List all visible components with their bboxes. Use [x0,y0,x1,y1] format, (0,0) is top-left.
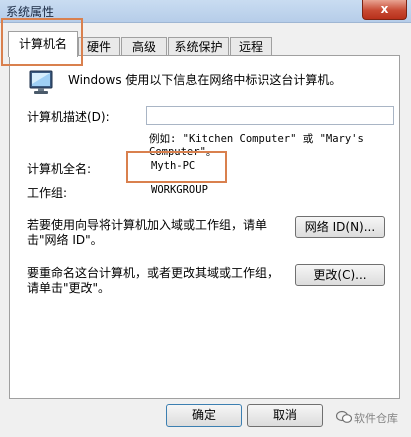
close-button[interactable]: x [362,0,407,20]
watermark-text: 软件仓库 [354,412,398,425]
name-highlight-box [126,151,227,183]
workgroup-label: 工作组: [27,186,68,200]
wechat-logo-icon [336,410,352,423]
full-computer-name-label: 计算机全名: [27,162,92,176]
change-button[interactable]: 更改(C)... [295,264,385,286]
tab-panel: Windows 使用以下信息在网络中标识这台计算机。 计算机描述(D): 例如:… [9,55,400,399]
computer-description-label: 计算机描述(D): [27,110,110,124]
computer-description-input[interactable] [146,106,394,125]
rename-text-line2: 请单击"更改"。 [27,281,111,295]
workgroup-value: WORKGROUP [151,184,208,196]
tab-advanced[interactable]: 高级 [121,37,167,56]
tab-system-protection[interactable]: 系统保护 [168,37,229,56]
tab-highlight-box [1,18,83,66]
cancel-button[interactable]: 取消 [247,404,323,427]
network-id-text-line2: 击"网络 ID"。 [27,233,103,247]
tab-remote[interactable]: 远程 [230,37,272,56]
computer-monitor-icon [29,70,53,94]
watermark: 软件仓库 [336,408,408,428]
tab-hardware[interactable]: 硬件 [78,37,120,56]
system-properties-window: 系统属性 x 计算机名 硬件 高级 系统保护 远程 Windows 使用以下信息… [0,0,411,437]
ok-button[interactable]: 确定 [166,404,242,427]
network-id-button[interactable]: 网络 ID(N)... [295,216,385,238]
intro-text: Windows 使用以下信息在网络中标识这台计算机。 [68,73,342,87]
